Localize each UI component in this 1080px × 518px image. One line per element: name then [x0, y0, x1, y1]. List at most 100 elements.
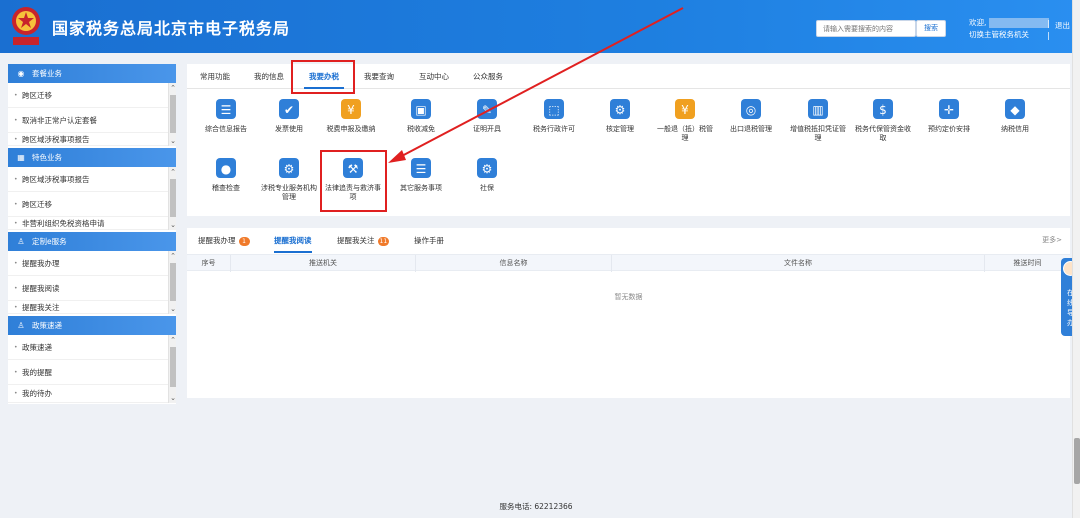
sidebar-head-custom[interactable]: ♙ 定制e服务: [8, 232, 176, 251]
sidebar-scrollbar[interactable]: ⌃ ⌄: [168, 167, 176, 230]
svg-text:✔: ✔: [284, 103, 294, 117]
switch-authority-link[interactable]: 切换主管税务机关: [969, 29, 1049, 41]
user-icon: ♙: [17, 237, 25, 246]
svg-text:◆: ◆: [1010, 103, 1020, 117]
function-item[interactable]: ✎ 证明开具: [457, 96, 517, 134]
tab-remind-handle[interactable]: 提醒我办理 1: [198, 228, 250, 253]
tab-remind-follow[interactable]: 提醒我关注 11: [337, 228, 390, 253]
svg-text:◎: ◎: [746, 103, 756, 117]
grid-icon: ▦: [17, 153, 25, 162]
tab-interaction[interactable]: 互动中心: [414, 64, 454, 89]
more-link[interactable]: 更多>: [1042, 228, 1062, 253]
svg-text:☰: ☰: [221, 103, 232, 117]
function-item[interactable]: ⬚ 税务行政许可: [524, 96, 584, 134]
logout-link[interactable]: 退出: [1055, 20, 1070, 31]
function-item[interactable]: ⚙ 涉税专业服务机构管理: [259, 155, 319, 202]
function-item[interactable]: ⚙ 核定管理: [590, 96, 650, 134]
sidebar-item[interactable]: 跨区迁移: [8, 83, 176, 108]
function-label: 税务代保管资金收取: [855, 125, 911, 142]
sidebar-scrollbar[interactable]: ⌃ ⌄: [168, 83, 176, 146]
sidebar-item[interactable]: 政策速递: [8, 335, 176, 360]
scroll-down-icon[interactable]: ⌄: [169, 394, 177, 402]
sidebar: ◉套餐业务 跨区迁移 取消非正常户认定套餐 跨区域涉税事项报告 ⌃ ⌄ ▦特色业…: [8, 64, 176, 404]
table-header: 序号 推送机关 信息名称 文件名称 推送时间: [187, 254, 1070, 272]
scroll-down-icon[interactable]: ⌄: [169, 137, 177, 145]
scroll-thumb[interactable]: [170, 179, 176, 217]
package-icon: ◉: [17, 69, 25, 78]
sidebar-item[interactable]: 跨区域涉税事项报告: [8, 167, 176, 192]
col-index: 序号: [187, 255, 231, 272]
function-item[interactable]: ☰ 其它服务事项: [391, 155, 451, 193]
user-gear-icon: ⚙: [276, 155, 302, 181]
sidebar-item[interactable]: 提醒我关注: [8, 301, 176, 314]
function-label: 出口退税管理: [730, 125, 772, 133]
tax-payment-icon: ¥: [338, 96, 364, 122]
sidebar-section-custom: ♙定制e服务 提醒我办理 提醒我阅读 提醒我关注 ⌃ ⌄: [8, 232, 176, 314]
tab-query[interactable]: 我要查询: [359, 64, 399, 89]
function-label: 核定管理: [606, 125, 634, 133]
tab-my-info[interactable]: 我的信息: [249, 64, 289, 89]
certificate-icon: ✎: [474, 96, 500, 122]
sidebar-head-policy[interactable]: ♙ 政策速递: [8, 316, 176, 335]
function-item[interactable]: ✛ 预约定价安排: [919, 96, 979, 134]
function-item[interactable]: ● 稽查检查: [196, 155, 256, 193]
function-item[interactable]: ▥ 增值税抵扣凭证管理: [788, 96, 848, 143]
sidebar-head-special[interactable]: ▦ 特色业务: [8, 148, 176, 167]
function-item[interactable]: $ 税务代保管资金收取: [853, 96, 913, 143]
function-label: 一般退（抵）税管理: [657, 125, 713, 142]
svg-text:✛: ✛: [944, 103, 954, 117]
sidebar-item[interactable]: 跨区域涉税事项报告: [8, 133, 176, 146]
scroll-up-icon[interactable]: ⌃: [169, 84, 177, 92]
count-badge: 11: [377, 236, 390, 246]
scroll-up-icon[interactable]: ⌃: [169, 252, 177, 260]
sidebar-item[interactable]: 提醒我办理: [8, 251, 176, 276]
sidebar-item[interactable]: 我的提醒: [8, 360, 176, 385]
user-gear-icon: ⚙: [607, 96, 633, 122]
sidebar-head-package[interactable]: ◉ 套餐业务: [8, 64, 176, 83]
sidebar-scrollbar[interactable]: ⌃ ⌄: [168, 335, 176, 403]
site-title: 国家税务总局北京市电子税务局: [52, 19, 291, 38]
svg-text:⚙: ⚙: [284, 162, 295, 176]
scroll-down-icon[interactable]: ⌄: [169, 221, 177, 229]
scroll-up-icon[interactable]: ⌃: [169, 336, 177, 344]
empty-state: 暂无数据: [614, 293, 643, 301]
sidebar-item[interactable]: 提醒我阅读: [8, 276, 176, 301]
function-label: 税收减免: [407, 125, 435, 133]
col-file-name: 文件名称: [612, 255, 985, 272]
search-button[interactable]: 搜索: [916, 20, 946, 37]
sidebar-item[interactable]: 跨区迁移: [8, 192, 176, 217]
page-scrollbar[interactable]: [1072, 0, 1080, 518]
function-item[interactable]: ◎ 出口退税管理: [721, 96, 781, 134]
function-label: 纳税信用: [1001, 125, 1029, 133]
function-item[interactable]: ✔ 发票使用: [259, 96, 319, 134]
svg-text:✎: ✎: [482, 103, 492, 117]
sidebar-item[interactable]: 我的待办: [8, 385, 176, 403]
function-item[interactable]: ¥ 一般退（抵）税管理: [655, 96, 715, 143]
sidebar-item[interactable]: 非营利组织免税资格申请: [8, 217, 176, 230]
scroll-down-icon[interactable]: ⌄: [169, 305, 177, 313]
function-item[interactable]: ☰ 综合信息报告: [196, 96, 256, 134]
tab-common[interactable]: 常用功能: [195, 64, 235, 89]
svg-text:☰: ☰: [416, 162, 427, 176]
clipboard-icon: ☰: [408, 155, 434, 181]
sidebar-scrollbar[interactable]: ⌃ ⌄: [168, 251, 176, 314]
function-item[interactable]: ◆ 纳税信用: [985, 96, 1045, 134]
redacted-username: [989, 18, 1050, 28]
tab-remind-read[interactable]: 提醒我阅读: [274, 228, 312, 253]
search-input[interactable]: [816, 20, 916, 37]
function-item[interactable]: ▣ 税收减免: [391, 96, 451, 134]
function-label: 预约定价安排: [928, 125, 970, 133]
page-scroll-thumb[interactable]: [1074, 438, 1080, 484]
tab-public-service[interactable]: 公众服务: [468, 64, 508, 89]
sidebar-item[interactable]: 取消非正常户认定套餐: [8, 108, 176, 133]
voucher-icon: ▥: [805, 96, 831, 122]
svg-text:⬚: ⬚: [548, 103, 559, 117]
sidebar-section-special: ▦特色业务 跨区域涉税事项报告 跨区迁移 非营利组织免税资格申请 ⌃ ⌄: [8, 148, 176, 230]
function-item[interactable]: ⚙ 社保: [457, 155, 517, 193]
function-item[interactable]: ¥ 税费申报及缴纳: [321, 96, 381, 134]
scroll-thumb[interactable]: [170, 347, 176, 387]
scroll-up-icon[interactable]: ⌃: [169, 168, 177, 176]
scroll-thumb[interactable]: [170, 263, 176, 301]
scroll-thumb[interactable]: [170, 95, 176, 133]
tab-manual[interactable]: 操作手册: [414, 228, 444, 253]
